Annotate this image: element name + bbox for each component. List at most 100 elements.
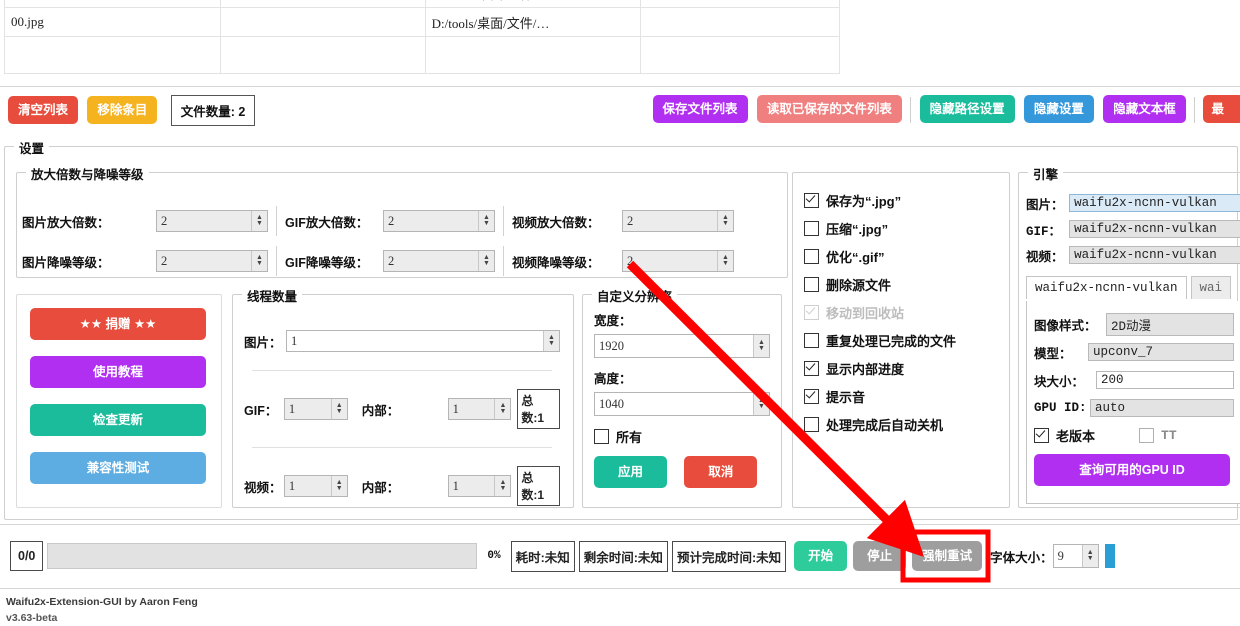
compatibility-test-button[interactable]: 兼容性测试	[30, 452, 206, 484]
file-extra-cell[interactable]	[639, 0, 840, 8]
checkbox-icon[interactable]	[804, 220, 819, 236]
option-checkbox-0[interactable]: 保存为“.jpg”	[804, 186, 1004, 214]
donate-button[interactable]: ★★ 捐赠 ★★	[30, 308, 206, 340]
spin-arrows-icon[interactable]: ▲ ▼	[478, 251, 494, 271]
option-checkbox-2[interactable]: 优化“.gif”	[804, 242, 1004, 270]
width-label: 宽度：	[594, 314, 632, 328]
spin-arrows-icon[interactable]: ▲ ▼	[330, 476, 347, 496]
checkbox-icon[interactable]	[804, 416, 819, 432]
checkbox-icon[interactable]	[1034, 427, 1049, 443]
image-denoise-spinbox[interactable]: 2 ▲ ▼	[156, 250, 268, 272]
apply-button[interactable]: 应用	[594, 456, 668, 488]
cancel-button[interactable]: 取消	[684, 456, 758, 488]
spin-arrows-icon[interactable]: ▲ ▼	[251, 211, 267, 231]
file-list-table[interactable]: 20171028113042_eL3Vu.png D:/tools/桌面/文件/…	[4, 0, 840, 74]
start-button[interactable]: 开始	[794, 541, 848, 571]
file-name-cell[interactable]: 20171028113042_eL3Vu.png	[4, 0, 221, 8]
checkbox-icon[interactable]	[804, 332, 819, 348]
gif-inner-thread-spinbox[interactable]: 1 ▲ ▼	[447, 398, 512, 420]
checkbox-icon[interactable]	[1139, 427, 1155, 443]
option-checkbox-6[interactable]: 显示内部进度	[804, 354, 1004, 382]
video-denoise-spinbox[interactable]: 2 ▲ ▼	[622, 250, 734, 272]
spin-arrows-icon[interactable]: ▲ ▼	[494, 476, 511, 496]
file-extra-cell[interactable]	[639, 7, 840, 37]
file-status-cell[interactable]	[219, 0, 426, 8]
progress-percent-label: 0%	[487, 550, 501, 562]
resolution-all-checkbox[interactable]: 所有	[594, 422, 770, 450]
clear-list-button[interactable]: 清空列表	[8, 95, 79, 124]
tab-waifu2x-other[interactable]: wai	[1190, 276, 1232, 299]
file-name-cell[interactable]: 00.jpg	[4, 7, 221, 37]
divider	[276, 246, 277, 276]
engine-image-select[interactable]: waifu2x-ncnn-vulkan	[1069, 194, 1240, 212]
spin-arrows-icon[interactable]: ▲ ▼	[753, 393, 769, 415]
engine-video-label: 视频：	[1026, 249, 1064, 264]
hide-textbox-button[interactable]: 隐藏文本框	[1103, 95, 1186, 123]
video-inner-thread-spinbox[interactable]: 1 ▲ ▼	[447, 475, 512, 497]
video-scale-spinbox[interactable]: 2 ▲ ▼	[622, 210, 734, 232]
height-value: 1040	[595, 393, 753, 415]
gif-denoise-spinbox[interactable]: 2 ▲ ▼	[383, 250, 495, 272]
spin-arrows-icon[interactable]: ▲ ▼	[251, 251, 267, 271]
option-checkbox-8[interactable]: 处理完成后自动关机	[804, 410, 1004, 438]
option-checkbox-3[interactable]: 删除源文件	[804, 270, 1004, 298]
video-thread-spinbox[interactable]: 1 ▲ ▼	[283, 475, 348, 497]
spin-arrows-icon[interactable]: ▲ ▼	[494, 399, 511, 419]
save-file-list-button[interactable]: 保存文件列表	[652, 95, 748, 123]
hide-path-settings-button[interactable]: 隐藏路径设置	[919, 95, 1015, 123]
remove-item-button[interactable]: 移除条目	[87, 95, 158, 124]
width-spinbox[interactable]: 1920 ▲ ▼	[594, 334, 770, 358]
image-style-select[interactable]: 2D动漫	[1106, 312, 1234, 336]
table-row[interactable]: 00.jpg D:/tools/桌面/文件/…	[4, 7, 840, 37]
more-button[interactable]: 最	[1203, 95, 1240, 123]
checkbox-icon[interactable]	[804, 248, 819, 264]
height-spinbox[interactable]: 1040 ▲ ▼	[594, 392, 770, 416]
image-style-label: 图像样式：	[1034, 318, 1097, 333]
engine-gif-select[interactable]: waifu2x-ncnn-vulkan	[1069, 220, 1240, 238]
file-toolbar: 清空列表 移除条目 文件数量: 2 保存文件列表 读取已保存的文件列表 隐藏路径…	[0, 92, 1240, 134]
old-version-checkbox[interactable]: 老版本	[1034, 425, 1095, 445]
option-label: 提示音	[826, 389, 866, 405]
gpu-id-select[interactable]: auto	[1090, 399, 1234, 417]
spin-arrows-icon[interactable]: ▲ ▼	[478, 211, 494, 231]
query-gpu-id-button[interactable]: 查询可用的GPU ID	[1034, 454, 1230, 486]
load-file-list-button[interactable]: 读取已保存的文件列表	[756, 95, 902, 123]
checkbox-icon[interactable]	[804, 360, 819, 376]
tutorial-button[interactable]: 使用教程	[30, 356, 206, 388]
gif-thread-spinbox[interactable]: 1 ▲ ▼	[283, 398, 348, 420]
height-label: 高度：	[594, 372, 632, 386]
gif-scale-spinbox[interactable]: 2 ▲ ▼	[383, 210, 495, 232]
option-checkbox-1[interactable]: 压缩“.jpg”	[804, 214, 1004, 242]
stop-button[interactable]: 停止	[853, 541, 907, 571]
hide-settings-button[interactable]: 隐藏设置	[1023, 95, 1094, 123]
spin-arrows-icon[interactable]: ▲ ▼	[330, 399, 347, 419]
table-row[interactable]: 20171028113042_eL3Vu.png D:/tools/桌面/文件/…	[4, 0, 840, 8]
model-select[interactable]: upconv_7	[1088, 343, 1234, 361]
image-thread-spinbox[interactable]: 1 ▲ ▼	[286, 330, 560, 352]
tab-waifu2x-ncnn-vulkan[interactable]: waifu2x-ncnn-vulkan	[1026, 276, 1187, 299]
force-retry-button[interactable]: 强制重试	[912, 541, 983, 571]
checkbox-icon[interactable]	[804, 276, 819, 292]
check-update-button[interactable]: 检查更新	[30, 404, 206, 436]
file-status-cell[interactable]	[219, 7, 426, 37]
spin-arrows-icon[interactable]: ▲ ▼	[717, 251, 733, 271]
spin-arrows-icon[interactable]: ▲ ▼	[753, 335, 769, 357]
spin-arrows-icon[interactable]: ▲ ▼	[543, 331, 559, 351]
checkbox-icon[interactable]	[804, 192, 819, 208]
checkbox-icon[interactable]	[804, 388, 819, 404]
checkbox-icon[interactable]	[594, 428, 609, 444]
gif-thread-value: 1	[284, 399, 331, 419]
image-scale-spinbox[interactable]: 2 ▲ ▼	[156, 210, 268, 232]
option-checkbox-7[interactable]: 提示音	[804, 382, 1004, 410]
font-size-spinbox[interactable]: 9 ▲ ▼	[1052, 544, 1099, 568]
option-checkbox-5[interactable]: 重复处理已完成的文件	[804, 326, 1004, 354]
engine-video-select[interactable]: waifu2x-ncnn-vulkan	[1069, 246, 1240, 264]
spin-arrows-icon[interactable]: ▲ ▼	[717, 211, 733, 231]
file-path-cell[interactable]: D:/tools/桌面/文件/…	[424, 7, 641, 37]
edge-button[interactable]	[1104, 544, 1115, 568]
tt-checkbox[interactable]: TT	[1139, 425, 1177, 445]
spin-arrows-icon[interactable]: ▲ ▼	[1081, 545, 1098, 567]
video-thread-total: 总数:1	[517, 466, 561, 506]
file-path-cell[interactable]: D:/tools/桌面/文件/…	[424, 0, 641, 8]
block-size-input[interactable]: 200	[1096, 371, 1234, 389]
